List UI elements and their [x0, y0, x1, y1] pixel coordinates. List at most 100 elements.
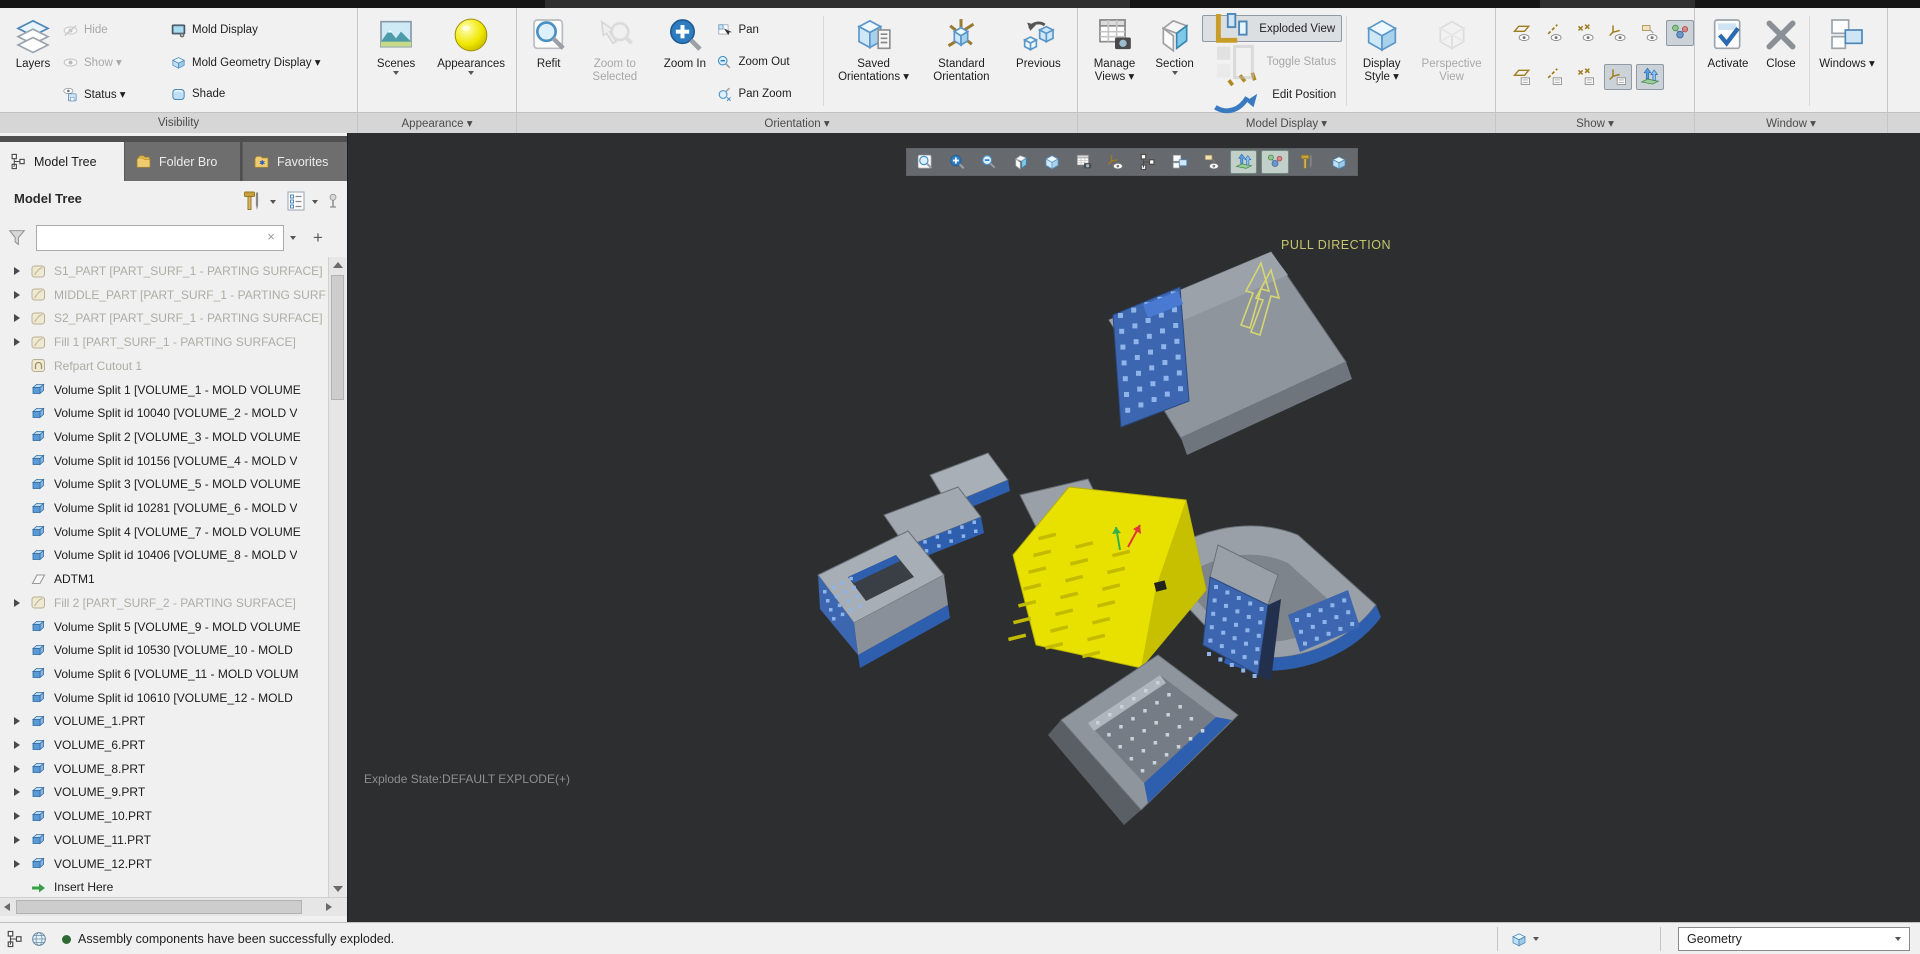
expand-icon[interactable]	[14, 338, 20, 347]
tree-item[interactable]: Volume Split 4 [VOLUME_7 - MOLD VOLUME	[0, 520, 328, 544]
tree-filter-icon[interactable]	[1134, 150, 1162, 174]
manage-views-button[interactable]: Manage Views ▾	[1082, 10, 1147, 112]
selection-filter-select[interactable]: Geometry	[1678, 927, 1910, 951]
tab-favorites[interactable]: Favorites	[242, 142, 347, 181]
hide-button[interactable]: Hide	[62, 14, 170, 46]
close-button[interactable]: Close	[1757, 10, 1805, 112]
tree-item[interactable]: Fill 2 [PART_SURF_2 - PARTING SURFACE]	[0, 591, 328, 615]
windows-button[interactable]: Windows ▾	[1814, 10, 1880, 112]
layers-button[interactable]: Layers	[4, 10, 62, 112]
tree-item[interactable]: Volume Split id 10610 [VOLUME_12 - MOLD	[0, 686, 328, 710]
graphics-viewport[interactable]: PULL DIRECTION Explode State:DEFAULT EXP…	[347, 133, 1920, 922]
tree-item[interactable]: Volume Split id 10530 [VOLUME_10 - MOLD	[0, 638, 328, 662]
tree-item[interactable]: MIDDLE_PART [PART_SURF_1 - PARTING SURF	[0, 283, 328, 307]
tree-item[interactable]: Volume Split 1 [VOLUME_1 - MOLD VOLUME	[0, 378, 328, 402]
section-button[interactable]: Section	[1147, 10, 1202, 112]
toggle-status-button[interactable]: Toggle Status	[1202, 48, 1342, 75]
top-mold-half[interactable]	[1108, 251, 1352, 455]
pan-button[interactable]: Pan	[716, 14, 819, 46]
chevron-down-icon[interactable]	[290, 236, 296, 240]
scroll-down-icon[interactable]	[333, 886, 343, 892]
tree-item[interactable]: VOLUME_6.PRT	[0, 733, 328, 757]
datum-display-icon[interactable]	[1102, 150, 1130, 174]
chevron-down-icon[interactable]	[270, 200, 276, 204]
pan-zoom-button[interactable]: Pan Zoom	[716, 78, 819, 110]
display-style-icon[interactable]	[1038, 150, 1066, 174]
tree-item[interactable]: Volume Split id 10281 [VOLUME_6 - MOLD V	[0, 496, 328, 520]
tree-item[interactable]: ADTM1	[0, 567, 328, 591]
saved-orientations-button[interactable]: Saved Orientations ▾	[828, 10, 919, 112]
expand-icon[interactable]	[14, 598, 20, 607]
plane-display-icon[interactable]	[1508, 20, 1536, 46]
tree-show-icon[interactable]	[284, 189, 308, 213]
spin-center-icon[interactable]	[1261, 150, 1290, 174]
chevron-down-icon[interactable]	[1533, 937, 1539, 941]
chevron-down-icon[interactable]	[312, 200, 318, 204]
expand-icon[interactable]	[14, 764, 20, 773]
scroll-left-icon[interactable]	[4, 903, 10, 911]
pull-direction-display-icon[interactable]	[1636, 64, 1664, 90]
zoom-region-icon[interactable]	[911, 150, 939, 174]
standard-orientation-button[interactable]: Standard Orientation	[919, 10, 1004, 112]
section-icon[interactable]	[1007, 150, 1035, 174]
tree-item[interactable]: VOLUME_10.PRT	[0, 804, 328, 828]
tab-folder-browser[interactable]: Folder Bro	[124, 142, 240, 181]
tree-item[interactable]: Volume Split 2 [VOLUME_3 - MOLD VOLUME	[0, 425, 328, 449]
zoom-out-button[interactable]: Zoom Out	[716, 46, 819, 78]
tree-item[interactable]: VOLUME_8.PRT	[0, 757, 328, 781]
view-manager-icon[interactable]	[1070, 150, 1098, 174]
tree-insert-here[interactable]: Insert Here	[0, 875, 328, 897]
tree-item[interactable]: S1_PART [PART_SURF_1 - PARTING SURFACE]	[0, 259, 328, 283]
scroll-right-icon[interactable]	[326, 903, 332, 911]
group-label-model-display[interactable]: Model Display ▾	[1078, 112, 1495, 133]
expand-icon[interactable]	[14, 290, 20, 299]
annotation-display-icon[interactable]	[1198, 150, 1226, 174]
zoom-out-icon[interactable]	[975, 150, 1003, 174]
tree-item[interactable]: VOLUME_11.PRT	[0, 828, 328, 852]
zoom-in-icon[interactable]	[943, 150, 971, 174]
scenes-button[interactable]: Scenes	[362, 10, 430, 112]
tree-item[interactable]: Volume Split id 10406 [VOLUME_8 - MOLD V	[0, 543, 328, 567]
model-tree-toggle-icon[interactable]	[6, 930, 24, 948]
spin-center-icon[interactable]	[1666, 20, 1694, 46]
activate-button[interactable]: Activate	[1699, 10, 1757, 112]
scroll-up-icon[interactable]	[333, 262, 343, 268]
appearance-icon[interactable]	[1293, 150, 1321, 174]
tree-item[interactable]: Volume Split 5 [VOLUME_9 - MOLD VOLUME	[0, 615, 328, 639]
tree-item[interactable]: Volume Split 6 [VOLUME_11 - MOLD VOLUM	[0, 662, 328, 686]
mold-volume-left-plates[interactable]	[817, 452, 1010, 668]
plane-tag-display-icon[interactable]	[1508, 64, 1536, 90]
tree-item[interactable]: VOLUME_9.PRT	[0, 780, 328, 804]
tree-item[interactable]: VOLUME_12.PRT	[0, 852, 328, 876]
mold-display-button[interactable]: Mold Display	[170, 14, 350, 46]
pull-direction-icon[interactable]	[1229, 150, 1258, 174]
expand-icon[interactable]	[14, 267, 20, 275]
tree-settings-icon[interactable]	[240, 189, 264, 213]
csys-tag-display-icon[interactable]	[1604, 64, 1632, 90]
expand-icon[interactable]	[14, 859, 20, 868]
point-tag-display-icon[interactable]	[1572, 64, 1600, 90]
group-label-orientation[interactable]: Orientation ▾	[517, 112, 1077, 133]
point-display-icon[interactable]	[1572, 20, 1600, 46]
axis-display-icon[interactable]	[1540, 20, 1568, 46]
group-label-window[interactable]: Window ▾	[1695, 112, 1887, 133]
tree-vertical-scrollbar[interactable]	[328, 257, 346, 897]
expand-icon[interactable]	[14, 314, 20, 323]
scrollbar-thumb[interactable]	[331, 275, 344, 400]
tab-model-tree[interactable]: Model Tree	[0, 142, 124, 181]
search-scope-icon[interactable]	[1510, 930, 1528, 948]
expand-icon[interactable]	[14, 835, 20, 844]
previous-button[interactable]: Previous	[1004, 10, 1073, 112]
tree-item[interactable]: Fill 1 [PART_SURF_1 - PARTING SURFACE]	[0, 330, 328, 354]
display-style-button[interactable]: Display Style ▾	[1351, 10, 1412, 112]
expand-icon[interactable]	[14, 717, 20, 726]
annotation-display-icon[interactable]	[1636, 20, 1664, 46]
tree-item[interactable]: S2_PART [PART_SURF_1 - PARTING SURFACE]	[0, 306, 328, 330]
appearances-button[interactable]: Appearances	[430, 10, 512, 112]
tree-item[interactable]: Volume Split id 10156 [VOLUME_4 - MOLD V	[0, 449, 328, 473]
scrollbar-thumb[interactable]	[16, 900, 302, 914]
show-button[interactable]: Show ▾	[62, 46, 170, 78]
pin-panel-icon[interactable]	[324, 192, 342, 210]
axis-tag-display-icon[interactable]	[1540, 64, 1568, 90]
group-label-visibility[interactable]: Visibility	[0, 112, 357, 133]
